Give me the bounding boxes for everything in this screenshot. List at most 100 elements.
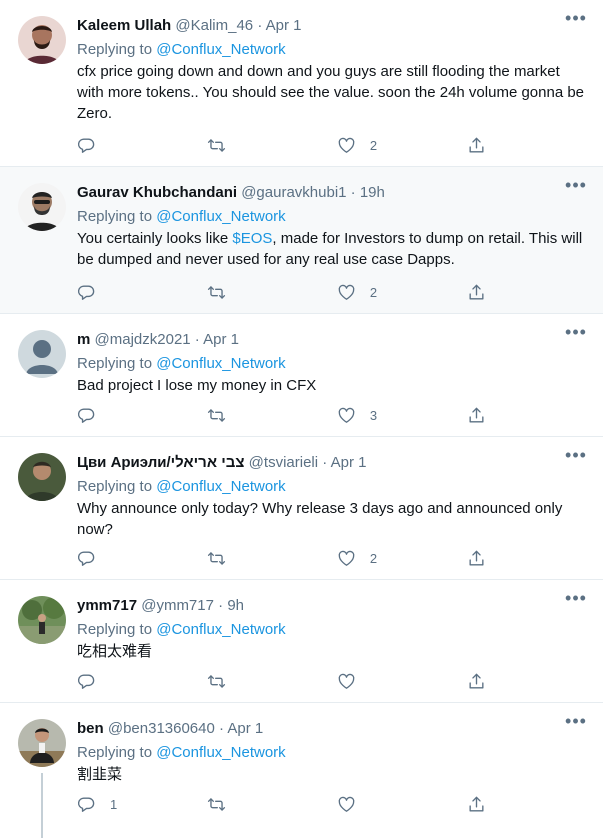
mention-link[interactable]: @Conflux_Network [156,355,285,372]
retweet-button[interactable] [207,283,247,302]
tweet-text: 割韭菜 [77,766,123,783]
mention-link[interactable]: @Conflux_Network [156,744,285,761]
handle[interactable]: @majdzk2021 [95,331,191,348]
retweet-button[interactable] [207,406,247,425]
share-button[interactable] [467,672,507,691]
separator-dot: · [350,184,356,201]
more-options-icon[interactable]: ••• [563,446,589,469]
mention-link[interactable]: @Conflux_Network [156,621,285,638]
tweet[interactable]: ben @ben31360640 · Apr 1 ••• Replying to… [0,703,603,838]
timestamp[interactable]: 9h [227,597,244,614]
separator-dot: · [194,331,200,348]
tweet[interactable]: m @majdzk2021 · Apr 1 ••• Replying to @C… [0,314,603,437]
like-count: 2 [369,284,378,300]
like-button[interactable]: 2 [337,549,377,568]
display-name[interactable]: Gaurav Khubchandani [77,184,237,201]
timestamp[interactable]: Apr 1 [331,454,367,471]
avatar[interactable] [18,453,66,501]
tweet[interactable]: Kaleem Ullah @Kalim_46 · Apr 1 ••• Reply… [0,0,603,167]
tweet[interactable]: ymm717 @ymm717 · 9h ••• Replying to @Con… [0,580,603,703]
like-button[interactable]: 2 [337,136,377,155]
share-button[interactable] [467,283,507,302]
tweet[interactable]: Цви Ариэли/צבי אריאלי @tsviarieli · Apr … [0,437,603,580]
like-count: 3 [369,407,378,423]
action-bar: 2 [77,134,507,156]
share-button[interactable] [467,136,507,155]
display-name[interactable]: Цви Ариэли/צבי אריאלי [77,454,245,471]
retweet-icon [208,797,226,811]
tweet-text: 吃相太难看 [77,643,153,660]
avatar[interactable] [18,330,66,378]
reply-icon [77,407,95,423]
handle[interactable]: @tsviarieli [249,454,318,471]
heart-icon [338,673,355,689]
reply-button[interactable] [77,672,117,691]
like-button[interactable] [337,795,377,814]
retweet-button[interactable] [207,672,247,691]
handle[interactable]: @gauravkhubi1 [241,184,346,201]
avatar[interactable] [18,16,66,64]
tweet-text: You certainly looks like $EOS, made for … [77,230,583,268]
tweet-header: Gaurav Khubchandani @gauravkhubi1 · 19h [77,183,589,203]
reply-icon [77,284,95,300]
timestamp[interactable]: 19h [360,184,385,201]
share-icon [469,407,484,423]
reply-button[interactable] [77,283,117,302]
share-button[interactable] [467,549,507,568]
tweet-text: Why announce only today? Why release 3 d… [77,500,563,538]
avatar[interactable] [18,183,66,231]
display-name[interactable]: Kaleem Ullah [77,17,171,34]
handle[interactable]: @ymm717 [141,597,214,614]
reply-button[interactable] [77,136,117,155]
handle[interactable]: @Kalim_46 [175,17,253,34]
share-icon [469,137,484,153]
timestamp[interactable]: Apr 1 [203,331,239,348]
tweet[interactable]: Gaurav Khubchandani @gauravkhubi1 · 19h … [0,167,603,314]
display-name[interactable]: m [77,331,90,348]
more-options-icon[interactable]: ••• [563,9,589,32]
mention-link[interactable]: @Conflux_Network [156,208,285,225]
share-button[interactable] [467,406,507,425]
replying-to: Replying to @Conflux_Network [77,208,286,225]
replying-to: Replying to @Conflux_Network [77,621,286,638]
reply-icon [77,550,95,566]
action-bar: 2 [77,281,507,303]
share-icon [469,284,484,300]
reply-button[interactable] [77,406,117,425]
reply-count: 1 [110,796,118,812]
display-name[interactable]: ben [77,720,104,737]
heart-icon [338,407,355,423]
retweet-button[interactable] [207,549,247,568]
cashtag-link[interactable]: $EOS [232,230,272,247]
retweet-button[interactable] [207,795,247,814]
avatar[interactable] [18,596,66,644]
separator-dot: · [257,17,263,34]
reply-button[interactable]: 1 [77,795,117,814]
like-button[interactable]: 3 [337,406,377,425]
handle[interactable]: @ben31360640 [108,720,215,737]
tweet-header: m @majdzk2021 · Apr 1 [77,330,589,350]
share-button[interactable] [467,795,507,814]
replying-to: Replying to @Conflux_Network [77,41,286,58]
tweet-header: ben @ben31360640 · Apr 1 [77,719,589,739]
tweet-header: ymm717 @ymm717 · 9h [77,596,589,616]
more-options-icon[interactable]: ••• [563,176,589,199]
more-options-icon[interactable]: ••• [563,589,589,612]
retweet-icon [207,551,226,565]
like-button[interactable]: 2 [337,283,377,302]
reply-button[interactable] [77,549,117,568]
separator-dot: · [218,597,224,614]
like-button[interactable] [337,672,377,691]
timestamp[interactable]: Apr 1 [227,720,263,737]
retweet-button[interactable] [207,136,247,155]
mention-link[interactable]: @Conflux_Network [156,478,285,495]
timestamp[interactable]: Apr 1 [266,17,302,34]
mention-link[interactable]: @Conflux_Network [156,41,285,58]
display-name[interactable]: ymm717 [77,597,137,614]
reply-icon [77,137,95,153]
more-options-icon[interactable]: ••• [563,712,589,735]
more-options-icon[interactable]: ••• [563,323,589,346]
heart-icon [338,796,355,812]
heart-icon [338,550,355,566]
avatar[interactable] [18,719,66,767]
